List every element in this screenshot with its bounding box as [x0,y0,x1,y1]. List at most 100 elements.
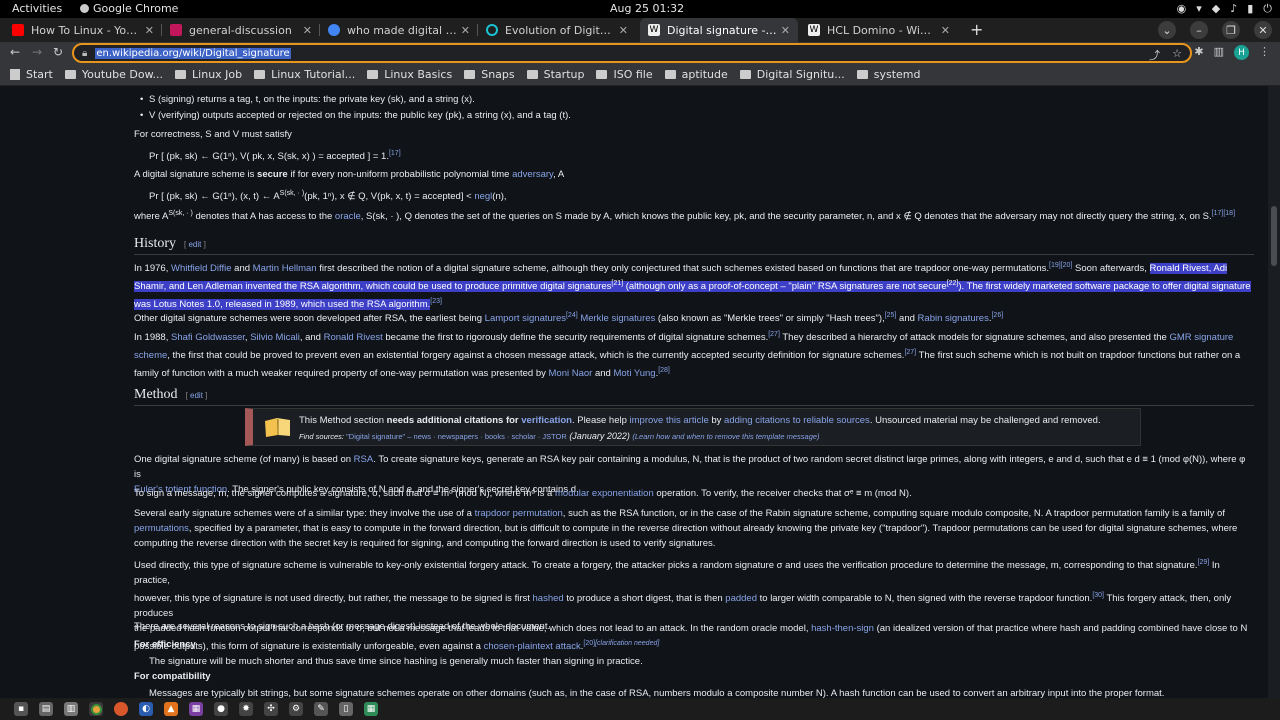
scrollbar[interactable] [1268,86,1280,698]
app-menu[interactable]: Google Chrome [80,2,178,15]
link-improve-article[interactable]: improve this article [630,415,709,426]
bookmark-star-icon[interactable]: ☆ [1172,47,1182,63]
power-icon[interactable]: ⏻ [1263,2,1272,16]
citation[interactable]: [30] [1092,592,1104,599]
tab-digital-signature[interactable]: W Digital signature - Wikipe ✕ [640,18,798,42]
microphone-icon[interactable]: ▮ [1247,2,1253,16]
address-bar[interactable]: 🔒︎ en.wikipedia.org/wiki/Digital_signatu… [72,43,1192,63]
link-adversary[interactable]: adversary [512,169,553,180]
network-icon[interactable]: ◉ [1177,2,1187,16]
settings-icon[interactable]: ⚙ [289,702,303,716]
clarification-needed[interactable]: [clarification needed] [595,640,659,647]
citation[interactable]: [29] [1198,559,1210,566]
notepad-icon[interactable]: ▦ [189,702,203,716]
extensions-icon[interactable]: ✱ [1194,45,1203,60]
url-text[interactable]: en.wikipedia.org/wiki/Digital_signature [95,47,291,59]
link-chosen-plaintext-attack[interactable]: chosen-plaintext attack [484,641,581,652]
link-oracle[interactable]: oracle [335,211,361,222]
lock-icon[interactable]: 🔒︎ [82,48,87,59]
app-icon[interactable]: ● [214,702,228,716]
link-ronald-rivest[interactable]: Ronald Rivest [324,332,383,343]
link-merkle-signatures[interactable]: Merkle signatures [580,313,655,324]
app-icon-2[interactable]: ✸ [239,702,253,716]
new-tab-button[interactable]: + [970,20,983,39]
link-verification[interactable]: verification [521,415,572,426]
close-icon[interactable]: ✕ [145,24,154,37]
editor-icon[interactable]: ✎ [314,702,328,716]
link-adding-citations[interactable]: adding citations to reliable sources [724,415,870,426]
tab-search-icon[interactable]: ⌄ [1158,21,1176,39]
link-modular-exponentiation[interactable]: modular exponentiation [555,488,654,499]
link-whitfield-diffie[interactable]: Whitfield Diffie [171,263,232,274]
volume-icon[interactable]: ♪ [1230,2,1237,16]
link-rabin-signatures[interactable]: Rabin signatures [918,313,989,324]
bookmark-folder[interactable]: Youtube Dow... [64,68,163,81]
link-negl[interactable]: negl [474,191,492,202]
terminal-icon[interactable]: ▪ [14,702,28,716]
tab-google-search[interactable]: who made digital signatu ✕ [320,18,478,42]
citation[interactable]: [17][18] [1212,210,1235,217]
find-sources-links[interactable]: "Digital signature" – news · newspapers … [346,432,567,441]
forward-button[interactable]: → [32,45,42,59]
citation[interactable]: [27] [768,331,780,338]
link-moti-yung[interactable]: Moti Yung [613,368,655,379]
spreadsheet-icon[interactable]: ▦ [364,702,378,716]
link-silvio-micali[interactable]: Silvio Micali [250,332,300,343]
link-trapdoor-permutation[interactable]: trapdoor permutation [475,508,563,519]
citation[interactable]: [19][20] [1049,262,1072,269]
link-rsa[interactable]: RSA [354,454,374,465]
bookmark-folder[interactable]: Linux Tutorial... [254,68,355,81]
citation[interactable]: [17] [389,150,401,157]
link-lamport-signatures[interactable]: Lamport signatures [485,313,566,324]
maximize-button[interactable]: ❐ [1222,21,1240,39]
bookmark-folder[interactable]: Linux Job [175,68,242,81]
bookmark-folder[interactable]: Linux Basics [367,68,452,81]
link-hashed[interactable]: hashed [533,593,564,604]
link-martin-hellman[interactable]: Martin Hellman [253,263,317,274]
close-icon[interactable]: ✕ [303,24,312,37]
clock[interactable]: Aug 25 01:32 [610,2,684,15]
close-icon[interactable]: ✕ [781,24,790,37]
scrollbar-thumb[interactable] [1271,206,1277,266]
tab-general-discussion[interactable]: general-discussion ✕ [162,18,320,42]
citation[interactable]: [20] [583,640,595,647]
tab-evolution[interactable]: Evolution of Digital Signa ✕ [478,18,636,42]
link-moni-naor[interactable]: Moni Naor [549,368,593,379]
tab-youtube[interactable]: How To Linux - YouTube ✕ [4,18,162,42]
citation[interactable]: [25] [885,312,897,319]
close-icon[interactable]: ✕ [619,24,628,37]
bookmark-folder[interactable]: systemd [856,68,921,81]
menu-icon[interactable]: ⋮ [1259,45,1270,60]
document-icon[interactable]: ▯ [339,702,353,716]
wifi-icon[interactable]: ◆ [1212,2,1220,16]
close-window-button[interactable]: ✕ [1254,21,1272,39]
files-icon[interactable]: ▤ [39,702,53,716]
arrow-down-icon[interactable]: ▾ [1196,2,1202,16]
chrome-icon[interactable] [89,702,103,716]
close-icon[interactable]: ✕ [941,24,950,37]
citation[interactable]: [24] [566,312,578,319]
bookmark-folder[interactable]: aptitude [664,68,728,81]
back-button[interactable]: ← [10,45,20,59]
share-icon[interactable]: ⤴ [1149,47,1160,63]
bookmark-folder[interactable]: Digital Signitu... [739,68,845,81]
steam-icon[interactable]: ◐ [139,702,153,716]
bookmark-folder[interactable]: Snaps [464,68,515,81]
tab-hcl-domino[interactable]: W HCL Domino - Wikipedia ✕ [800,18,958,42]
link-permutations[interactable]: permutations [134,523,189,534]
reload-button[interactable]: ↻ [53,45,63,59]
edit-method-link[interactable]: edit [190,391,203,400]
side-panel-icon[interactable]: ▥ [1214,45,1224,60]
citation[interactable]: [26] [991,312,1003,319]
bookmark-folder[interactable]: Startup [526,68,584,81]
gear-app-icon[interactable]: ✣ [264,702,278,716]
text-editor-icon[interactable]: ▥ [64,702,78,716]
system-tray[interactable]: ◉ ▾ ◆ ♪ ▮ ⏻ [1177,2,1272,16]
profile-avatar[interactable]: H [1234,45,1249,60]
citation[interactable]: [28] [658,367,670,374]
link-shafi-goldwasser[interactable]: Shafi Goldwasser [171,332,245,343]
link-padded[interactable]: padded [725,593,757,604]
citation[interactable]: [23] [430,298,442,305]
vlc-icon[interactable]: ▲ [164,702,178,716]
minimize-button[interactable]: – [1190,21,1208,39]
